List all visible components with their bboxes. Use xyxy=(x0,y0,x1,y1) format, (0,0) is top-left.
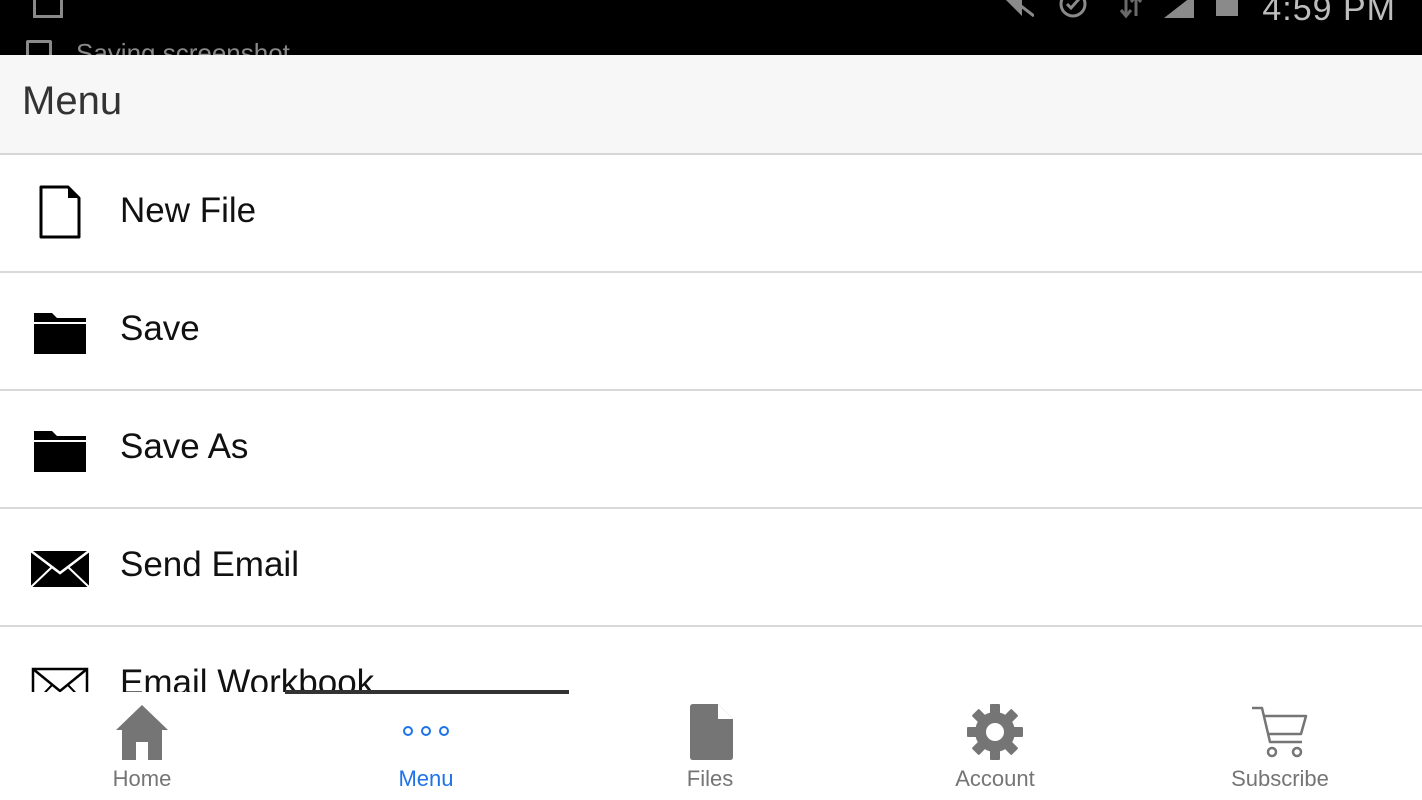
menu-item-label: Save xyxy=(120,309,200,348)
menu-item-label: Save As xyxy=(120,427,249,466)
page-title: Menu xyxy=(22,79,123,123)
file-icon xyxy=(690,704,733,760)
menu-item-save[interactable]: Save xyxy=(0,273,1422,391)
data-transfer-icon xyxy=(1119,0,1143,19)
bottom-tab-bar: Home Menu Files Account Subscribe xyxy=(0,694,1422,800)
more-dots-icon xyxy=(403,726,449,736)
document-icon xyxy=(39,185,81,239)
screenshot-notification-icon xyxy=(26,40,52,55)
tab-label: Subscribe xyxy=(1231,766,1329,791)
home-icon xyxy=(116,705,168,760)
tab-subscribe[interactable]: Subscribe xyxy=(1138,694,1422,800)
menu-item-save-as[interactable]: Save As xyxy=(0,391,1422,509)
menu-list: New File Save Save As Send Email Email W… xyxy=(0,155,1422,692)
gear-icon xyxy=(967,704,1023,760)
envelope-outline-icon xyxy=(31,667,89,692)
signal-icon xyxy=(1164,0,1194,18)
mute-icon xyxy=(1006,0,1034,18)
battery-icon xyxy=(1216,0,1238,16)
envelope-icon xyxy=(30,550,90,588)
tab-menu[interactable]: Menu xyxy=(284,694,568,800)
tab-label: Files xyxy=(686,766,734,791)
folder-icon xyxy=(34,313,86,354)
cart-icon xyxy=(1252,706,1308,758)
clock: 4:59 PM xyxy=(1262,0,1396,28)
menu-item-send-email[interactable]: Send Email xyxy=(0,509,1422,627)
menu-item-email-workbook[interactable]: Email Workbook xyxy=(0,627,1422,692)
menu-item-label: Send Email xyxy=(120,545,299,584)
gallery-notification-icon xyxy=(33,0,63,18)
folder-icon xyxy=(34,431,86,472)
tab-label: Menu xyxy=(398,766,454,791)
tab-home[interactable]: Home xyxy=(0,694,284,800)
alarm-icon xyxy=(1059,0,1087,18)
tab-label: Home xyxy=(112,766,172,791)
notification-text: Saving screenshot xyxy=(76,38,290,55)
menu-item-label: New File xyxy=(120,191,257,230)
menu-item-label: Email Workbook xyxy=(120,663,375,692)
tab-account[interactable]: Account xyxy=(853,694,1137,800)
tab-label: Account xyxy=(955,766,1035,791)
tab-files[interactable]: Files xyxy=(568,694,852,800)
menu-item-new-file[interactable]: New File xyxy=(0,155,1422,273)
status-bar: Saving screenshot 4:59 PM xyxy=(0,0,1422,55)
app-header: Menu xyxy=(0,55,1422,155)
